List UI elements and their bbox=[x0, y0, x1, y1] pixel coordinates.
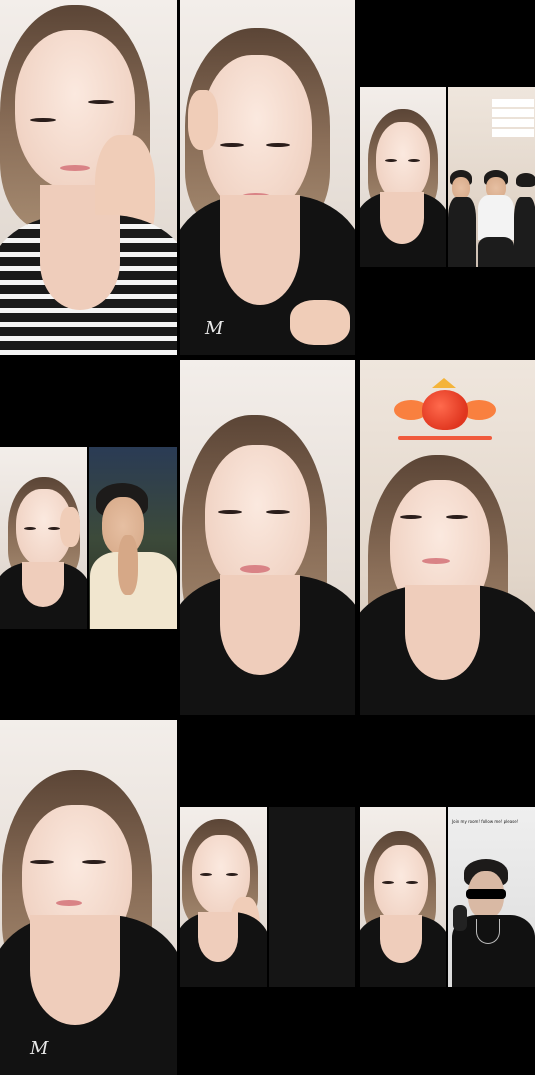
right-eye bbox=[82, 860, 106, 864]
video-tile-7[interactable]: M bbox=[0, 720, 177, 1075]
lips bbox=[422, 558, 450, 564]
microphone-icon bbox=[453, 905, 467, 931]
neckline bbox=[22, 562, 64, 607]
video-tile-1[interactable] bbox=[0, 0, 177, 355]
neckline bbox=[380, 915, 422, 963]
sunglasses-icon bbox=[466, 889, 506, 899]
necklace bbox=[476, 919, 500, 944]
hand bbox=[188, 90, 218, 150]
overlay-list bbox=[492, 99, 534, 137]
hand-with-pencil bbox=[290, 300, 350, 345]
lips bbox=[60, 165, 90, 171]
right-eye bbox=[406, 881, 418, 884]
neckline bbox=[220, 195, 300, 305]
right-eye bbox=[88, 100, 114, 104]
left-eye bbox=[220, 143, 244, 147]
left-eye bbox=[200, 873, 212, 876]
left-eye bbox=[385, 159, 397, 162]
video-tile-4[interactable] bbox=[0, 447, 177, 629]
person-hand bbox=[118, 535, 138, 595]
overlay-caption: Join my room! follow me! please! bbox=[452, 819, 519, 824]
video-tile-9[interactable]: Join my room! follow me! please! bbox=[360, 807, 535, 987]
person-shirt bbox=[448, 197, 476, 267]
overlay-line bbox=[492, 119, 534, 127]
face bbox=[376, 122, 430, 202]
heart-sticker bbox=[390, 378, 500, 468]
neckline bbox=[405, 585, 480, 680]
right-eye bbox=[266, 143, 290, 147]
video-tile-2[interactable]: M bbox=[180, 0, 355, 355]
neckline bbox=[30, 915, 120, 1025]
left-eye bbox=[218, 510, 242, 514]
heart-icon bbox=[422, 390, 468, 430]
person-shirt bbox=[478, 195, 514, 240]
shirt-logo: M bbox=[30, 1038, 49, 1059]
person-shorts bbox=[478, 237, 514, 267]
neckline bbox=[40, 215, 120, 310]
right-eye bbox=[446, 515, 468, 519]
video-tile-3[interactable] bbox=[360, 87, 535, 267]
right-eye bbox=[226, 873, 238, 876]
right-eye bbox=[408, 159, 420, 162]
overlay-line bbox=[492, 109, 534, 117]
person-shirt bbox=[514, 197, 535, 267]
left-eye bbox=[30, 860, 54, 864]
video-tile-6[interactable] bbox=[360, 360, 535, 715]
lips bbox=[240, 565, 270, 573]
lips bbox=[56, 900, 82, 906]
left-eye bbox=[30, 118, 56, 122]
right-eye bbox=[266, 510, 290, 514]
face bbox=[374, 845, 428, 923]
sticker-banner bbox=[398, 436, 492, 440]
left-eye bbox=[400, 515, 422, 519]
neckline bbox=[220, 575, 300, 675]
empty-video-panel bbox=[269, 807, 355, 987]
crown-icon bbox=[432, 378, 456, 388]
overlay-line bbox=[492, 99, 534, 107]
shirt-logo: M bbox=[205, 318, 224, 339]
video-tile-8[interactable] bbox=[180, 807, 355, 987]
person-face bbox=[452, 177, 470, 199]
overlay-line bbox=[492, 129, 534, 137]
person-hair bbox=[516, 173, 535, 187]
right-eye bbox=[48, 527, 60, 530]
hand bbox=[60, 507, 80, 547]
neckline bbox=[380, 192, 424, 244]
face bbox=[202, 55, 312, 215]
left-eye bbox=[382, 881, 394, 884]
video-tile-5[interactable] bbox=[180, 360, 355, 715]
neckline bbox=[198, 912, 238, 962]
left-eye bbox=[24, 527, 36, 530]
